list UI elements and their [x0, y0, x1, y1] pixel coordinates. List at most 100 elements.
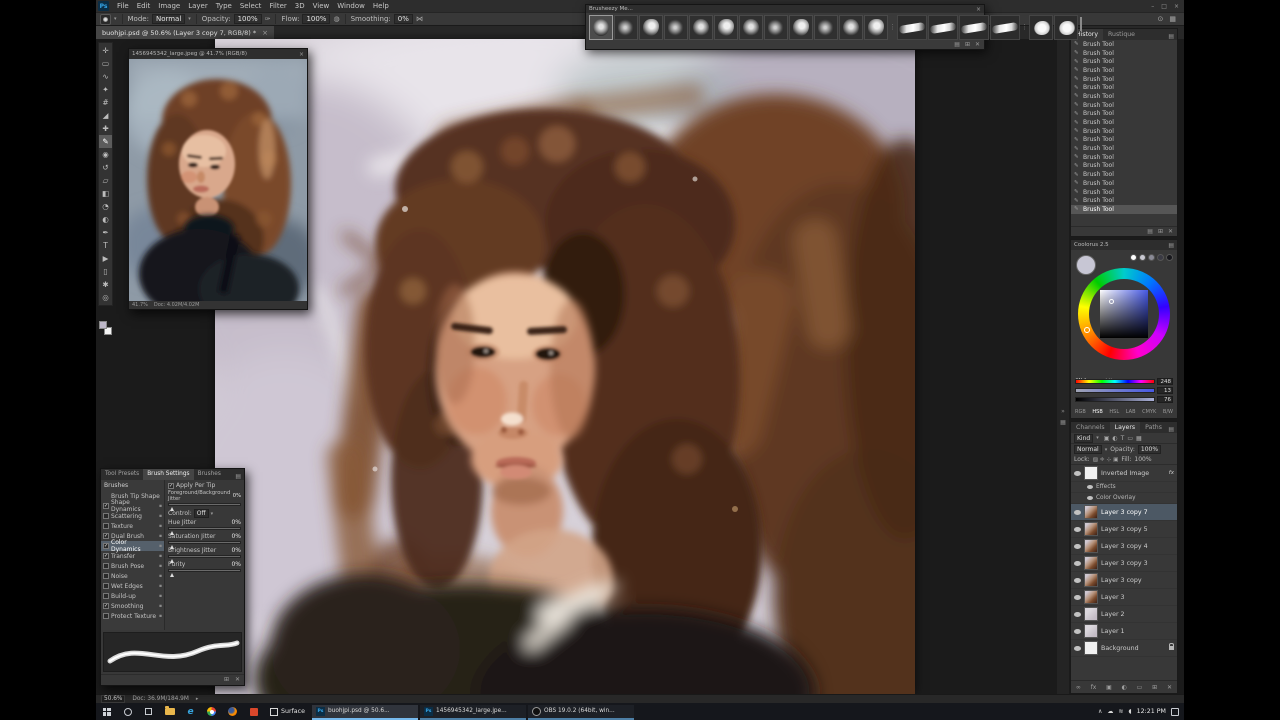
color-mode-button[interactable]: RGB [1075, 409, 1086, 415]
layer-thumbnail[interactable] [1084, 573, 1098, 587]
brush-settings-item[interactable]: Protect Texture ▪ [101, 611, 164, 621]
volume-icon[interactable]: ◖ [1128, 708, 1131, 715]
type-tool[interactable]: T [99, 239, 112, 252]
layer-name[interactable]: Layer 3 copy [1101, 577, 1142, 584]
layer-name[interactable]: Layer 1 [1101, 628, 1125, 635]
layer-name[interactable]: Layer 3 copy 7 [1101, 509, 1148, 516]
brush-tip-charcoal[interactable] [664, 15, 688, 40]
pressure-opacity-icon[interactable]: ✑ [265, 15, 271, 23]
saturation-jitter-slider[interactable] [168, 541, 241, 549]
layer-mask-icon[interactable]: ▣ [1106, 684, 1112, 691]
history-state[interactable]: ✎ Brush Tool [1071, 92, 1177, 101]
blob-preview-1[interactable] [1029, 15, 1053, 40]
color-swatch-1[interactable] [1130, 254, 1137, 261]
layer-visibility-eye-icon[interactable] [1074, 645, 1081, 651]
checkbox[interactable] [103, 573, 109, 579]
layer-thumbnail[interactable] [1084, 641, 1098, 655]
taskbar-window-button[interactable]: OBS 19.0.2 (64bit, win... [528, 704, 634, 720]
layer-row[interactable]: Inverted Image fx [1071, 465, 1177, 482]
color-mode-button[interactable]: B/W [1163, 409, 1173, 415]
history-state[interactable]: ✎ Brush Tool [1071, 205, 1177, 214]
layer-row[interactable]: Color Overlay [1071, 493, 1177, 504]
panel-tab[interactable]: Brushes [194, 469, 225, 480]
layer-thumbnail[interactable] [1084, 466, 1098, 480]
new-brush-icon[interactable]: ⊞ [224, 676, 229, 683]
eraser-tool[interactable]: ▱ [99, 174, 112, 187]
taskbar-window-button[interactable]: Ps buohjpi.psd @ 50.6... [312, 704, 418, 720]
clone-stamp-tool[interactable]: ◉ [99, 148, 112, 161]
layer-name[interactable]: Inverted Image [1101, 470, 1149, 477]
brush-tip-texture-1[interactable] [739, 15, 763, 40]
checkbox[interactable] [103, 513, 109, 519]
layer-row[interactable]: Layer 2 [1071, 606, 1177, 623]
reference-window-titlebar[interactable]: 1456945342_large.jpeg @ 41.7% (RGB/8) × [129, 49, 307, 59]
brush-settings-item[interactable]: Texture ▪ [101, 521, 164, 531]
lock-position-icon[interactable]: ⊹ [1107, 457, 1112, 463]
menu-item[interactable]: 3D [291, 0, 309, 12]
checkbox[interactable] [103, 613, 109, 619]
new-layer-icon[interactable]: ⊞ [1152, 684, 1157, 691]
taskbar-window-button[interactable]: Ps 1456945342_large.jpe... [420, 704, 526, 720]
opacity-field[interactable]: 100% [233, 14, 262, 24]
crop-tool[interactable]: # [99, 96, 112, 109]
history-state[interactable]: ✎ Brush Tool [1071, 110, 1177, 119]
menu-item[interactable]: Help [369, 0, 393, 12]
window-control-icon[interactable]: □ [1161, 3, 1167, 10]
layer-visibility-eye-icon[interactable] [1074, 628, 1081, 634]
layer-fx-badge[interactable]: fx [1169, 470, 1174, 476]
shape-tool[interactable]: ▯ [99, 265, 112, 278]
gradient-tool[interactable]: ◧ [99, 187, 112, 200]
flow-field[interactable]: 100% [302, 14, 331, 24]
brush-tip-splatter-2[interactable] [614, 15, 638, 40]
layer-blend-mode-select[interactable]: Normal [1074, 445, 1102, 454]
brush-tip-round-hard[interactable] [814, 15, 838, 40]
layer-thumbnail[interactable] [1084, 590, 1098, 604]
quick-selection-tool[interactable]: ✦ [99, 83, 112, 96]
layer-visibility-eye-icon[interactable] [1087, 485, 1093, 489]
document-tab[interactable]: buohjpi.psd @ 50.6% (Layer 3 copy 7, RGB… [96, 26, 274, 39]
purity-slider[interactable] [168, 569, 241, 577]
lock-transparency-icon[interactable]: ▨ [1093, 457, 1098, 463]
zoom-level-field[interactable]: 50.6% [101, 695, 126, 703]
hidden-icons-chevron[interactable]: ∧ [1098, 708, 1102, 715]
checkbox[interactable] [103, 593, 109, 599]
libraries-panel-icon[interactable]: ▦ [1060, 419, 1066, 426]
brush-tip-chalk[interactable] [639, 15, 663, 40]
canvas[interactable] [215, 39, 915, 694]
brightness-slider[interactable]: 76 [1075, 396, 1173, 403]
hue-jitter-slider[interactable] [168, 527, 241, 535]
panel-tab[interactable]: Channels [1071, 422, 1110, 433]
color-mode-button[interactable]: LAB [1126, 409, 1136, 415]
history-state[interactable]: ✎ Brush Tool [1071, 40, 1177, 49]
layer-thumbnail[interactable] [1084, 624, 1098, 638]
pen-tool[interactable]: ✒ [99, 226, 112, 239]
menu-item[interactable]: Layer [184, 0, 212, 12]
action-center-icon[interactable] [1171, 707, 1179, 716]
move-tool[interactable]: ✛ [99, 44, 112, 57]
edge-browser-button[interactable]: e [180, 703, 201, 720]
history-state[interactable]: ✎ Brush Tool [1071, 57, 1177, 66]
preset-menu-icon[interactable]: ▤ [954, 41, 960, 48]
layer-row[interactable]: Background [1071, 640, 1177, 657]
layer-visibility-eye-icon[interactable] [1074, 594, 1081, 600]
color-mode-button[interactable]: HSL [1109, 409, 1119, 415]
blur-tool[interactable]: ◔ [99, 200, 112, 213]
adjustment-layer-icon[interactable]: ◐ [1122, 684, 1127, 691]
lock-icon[interactable]: ▪ [159, 564, 162, 569]
menu-item[interactable]: File [113, 0, 133, 12]
lasso-tool[interactable]: ∿ [99, 70, 112, 83]
slider-track[interactable] [1075, 397, 1155, 402]
layer-visibility-eye-icon[interactable] [1074, 543, 1081, 549]
blob-preview-2[interactable] [1054, 15, 1078, 40]
filter-smart-objects-icon[interactable]: ▦ [1136, 435, 1142, 442]
history-state[interactable]: ✎ Brush Tool [1071, 83, 1177, 92]
history-state[interactable]: ✎ Brush Tool [1071, 196, 1177, 205]
layer-thumbnail[interactable] [1084, 556, 1098, 570]
checkbox[interactable]: ✓ [103, 603, 109, 609]
collapse-panels-icon[interactable]: » [1061, 408, 1065, 415]
lock-pixels-icon[interactable]: ✛ [1100, 457, 1105, 463]
brush-settings-item[interactable]: Build-up ▪ [101, 591, 164, 601]
menu-item[interactable]: Type [212, 0, 236, 12]
checkbox[interactable]: ✓ [103, 533, 109, 539]
slider-value[interactable]: 76 [1157, 396, 1173, 403]
